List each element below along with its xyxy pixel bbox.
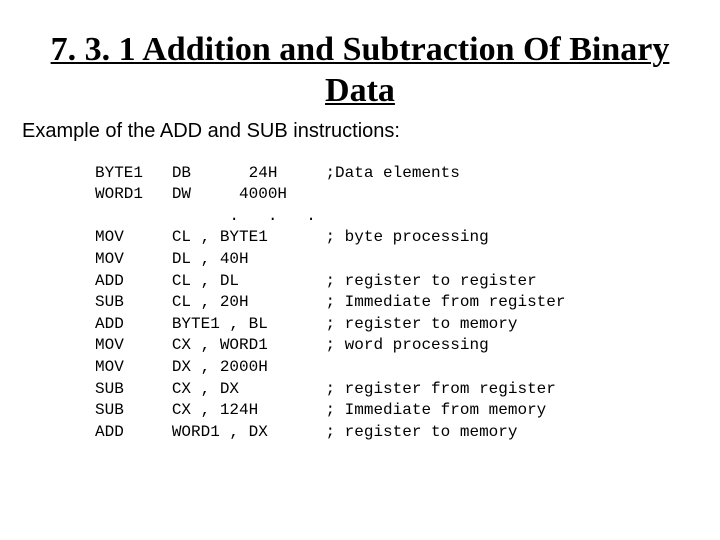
slide-container: 7. 3. 1 Addition and Subtraction Of Bina… <box>0 0 720 463</box>
slide-subtitle: Example of the ADD and SUB instructions: <box>22 120 700 143</box>
code-listing: BYTE1 DB 24H ;Data elements WORD1 DW 400… <box>95 163 700 444</box>
slide-title: 7. 3. 1 Addition and Subtraction Of Bina… <box>20 30 700 112</box>
